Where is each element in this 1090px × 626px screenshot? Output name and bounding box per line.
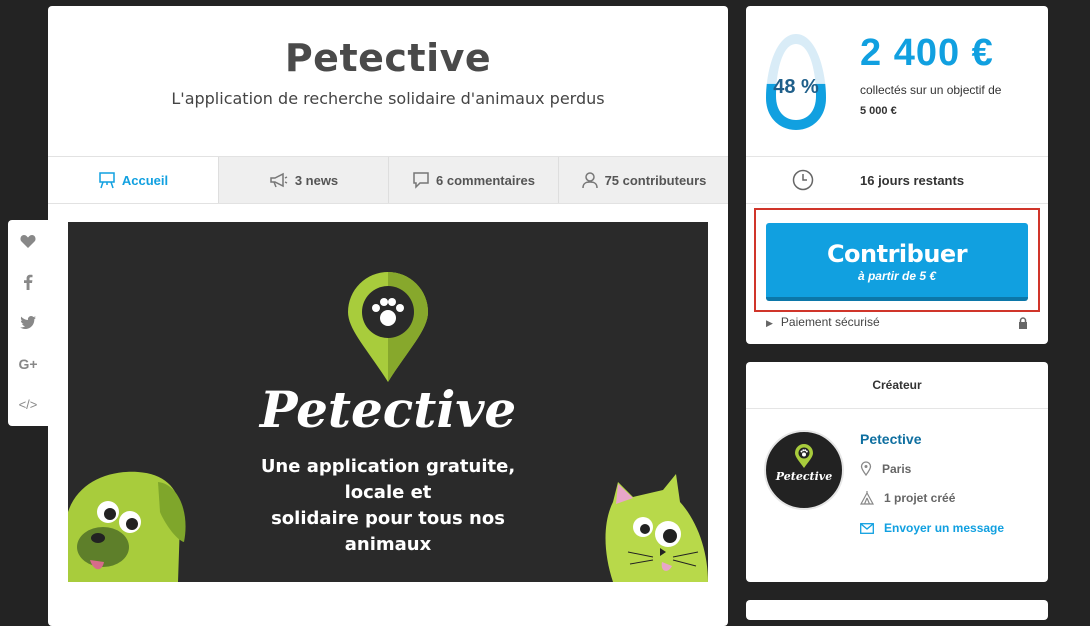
easel-icon [99,172,115,189]
contribute-sublabel: à partir de 5 € [857,269,937,283]
clock-icon [792,169,814,191]
user-icon [581,172,598,189]
embed-code-icon: </> [18,397,38,412]
next-card [746,600,1048,620]
caret-right-icon: ▶ [766,318,773,328]
goal-amount: 5 000 € [860,105,897,117]
amount-raised: 2 400 € [860,32,994,74]
tab-comments[interactable]: 6 commentaires [388,157,558,203]
facebook-share-button[interactable] [8,261,48,302]
tab-accueil[interactable]: Accueil [48,157,218,203]
tab-label: 6 commentaires [436,172,535,188]
google-plus-share-button[interactable]: G+ [8,343,48,384]
google-plus-icon: G+ [18,355,38,372]
days-remaining: 16 jours restants [860,173,965,188]
tent-icon [860,491,874,505]
project-title: Petective [284,36,492,80]
lock-icon [1019,317,1027,329]
megaphone-icon [270,172,288,188]
send-message-link[interactable]: Envoyer un message [860,521,1004,535]
share-bar: G+ </> [8,220,48,426]
creator-header: Créateur [746,362,1048,409]
funding-card: 48 % 2 400 € collectés sur un objectif d… [746,6,1048,344]
hero-logo-text: Petective [259,380,517,439]
creator-projects: 1 projet créé [860,491,955,505]
secure-payment-label: Paiement sécurisé [780,315,880,329]
goal-text: collectés sur un objectif de 5 000 € [860,80,1001,121]
facebook-icon [24,274,33,290]
creator-card: Créateur Petective Petective Paris 1 pro… [746,362,1048,582]
project-card: Petective L'application de recherche sol… [48,6,728,626]
location-pin-icon [860,461,872,476]
secure-payment-link[interactable]: ▶ Paiement sécurisé [766,315,1028,329]
tab-label: 75 contributeurs [604,172,707,188]
hero-tagline-line: Une application gratuite, locale et [260,456,516,503]
tab-news[interactable]: 3 news [218,157,388,203]
days-remaining-row: 16 jours restants [746,156,1048,204]
hero-tagline-line: solidaire pour tous nos animaux [271,508,505,555]
contribute-button[interactable]: Contribuer à partir de 5 € [766,223,1028,301]
avatar-logo-text: Petective [775,470,833,483]
percent-label: 48 % [773,76,819,98]
creator-name[interactable]: Petective [860,431,921,447]
hero-image: Petective Une application gratuite, loca… [68,222,708,582]
embed-button[interactable]: </> [8,384,48,425]
creator-avatar[interactable]: Petective [764,430,844,510]
tab-contributors[interactable]: 75 contributeurs [558,157,728,203]
envelope-icon [860,522,874,534]
heart-icon [20,234,36,248]
creator-projects-label: 1 projet créé [884,491,956,505]
creator-location-label: Paris [882,461,912,476]
tab-label: Accueil [121,172,169,188]
goal-label: collectés sur un objectif de [860,83,1002,97]
twitter-share-button[interactable] [8,302,48,343]
like-button[interactable] [8,220,48,261]
comment-icon [413,172,429,189]
project-subtitle: L'application de recherche solidaire d'a… [171,89,605,108]
contribute-label: Contribuer [826,240,968,268]
project-tabs: Accueil 3 news 6 commentaires 75 contrib… [48,156,728,204]
hero-tagline: Une application gratuite, locale et soli… [228,454,548,558]
send-message-label: Envoyer un message [884,521,1005,535]
twitter-icon [20,316,36,329]
tab-label: 3 news [294,172,339,188]
creator-location: Paris [860,461,911,476]
